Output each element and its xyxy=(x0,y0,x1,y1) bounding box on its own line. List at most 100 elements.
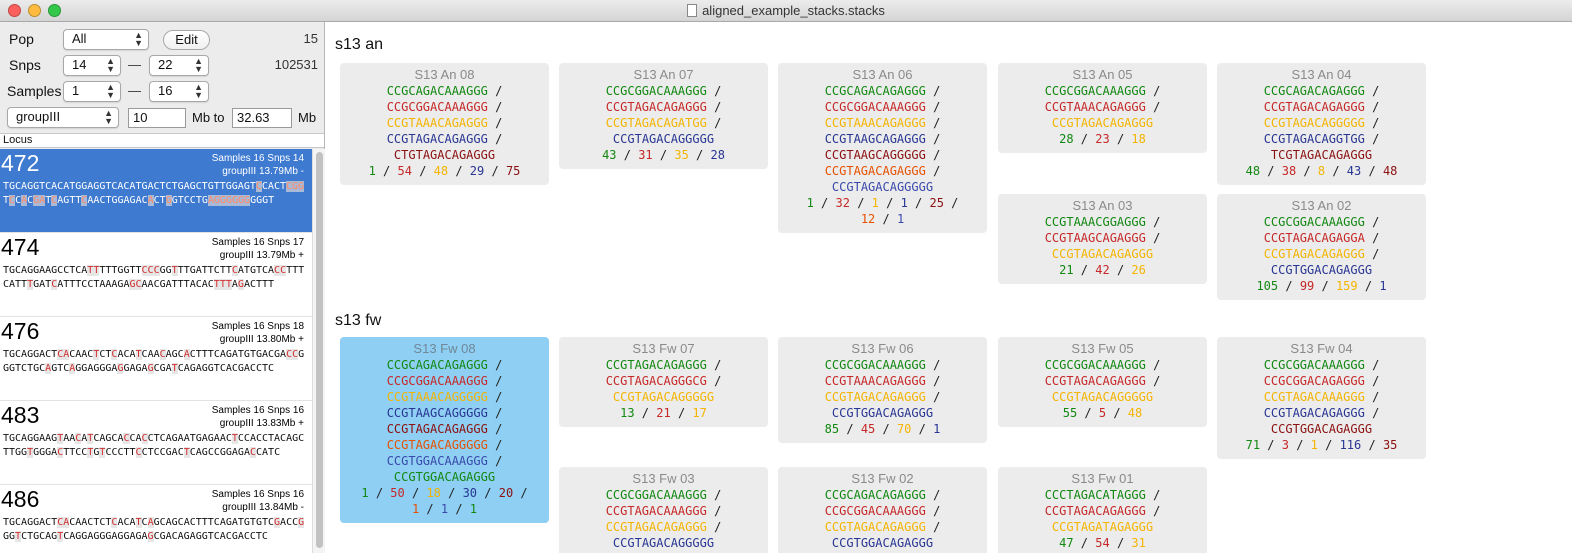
snps-max-stepper[interactable]: 22 ▲ ▼ xyxy=(149,55,209,76)
locus-row[interactable]: 476 Samples 16 Snps 18 groupIII 13.80Mb + T… xyxy=(0,317,312,401)
snp-base: C xyxy=(231,265,238,276)
haplotype-sequence: CCGTGGACAGAGGG xyxy=(1221,421,1422,437)
haplotype-sequence: CCGTAGACAAAGGG / xyxy=(563,503,764,519)
sample-card[interactable]: S13 An 04 CCGCAGACAGAGGG / CCGTAGACAGAGGG … xyxy=(1217,63,1426,185)
snp-base: C xyxy=(75,433,82,444)
haplotype-text: CCGTAGACAAAGGG xyxy=(605,504,707,518)
haplotype-count: 29 xyxy=(469,164,485,178)
separator: / xyxy=(1077,406,1099,420)
haplotype-text: CCGTAGACAGAGGG xyxy=(1263,100,1365,114)
sample-card[interactable]: S13 An 06 CCGCAGACAGAGGG / CCGCGGACAAAGGG … xyxy=(778,63,987,233)
separator: / xyxy=(652,148,675,162)
sample-card[interactable]: S13 An 08 CCGCAGACAAAGGG / CCGCGGACAAAGGG … xyxy=(340,63,549,185)
haplotype-sequence: CCGTAGACAGAGGG / xyxy=(1221,405,1422,421)
haplotype-text: CCGTAAACAGAGGG xyxy=(824,374,926,388)
sample-name: S13 An 08 xyxy=(414,67,475,82)
haplotype-sequence: CCGTAGACAGAGGG / xyxy=(782,519,983,535)
sample-card[interactable]: S13 Fw 03 CCGCGGACAAAGGG / CCGTAGACAAAGGG … xyxy=(559,467,768,553)
sample-card[interactable]: S13 An 05 CCGCGGACAAAGGG / CCGTAAACAGAGGG … xyxy=(998,63,1207,153)
separator: / xyxy=(448,502,470,516)
haplotype-count: 1 xyxy=(806,196,814,210)
range-to-field[interactable]: 32.63 xyxy=(232,108,292,128)
separator: / xyxy=(706,374,722,388)
sample-card[interactable]: S13 Fw 08 CCGCAGACAGAGGG / CCGCGGACAAAGGG … xyxy=(340,337,549,523)
group-select[interactable]: groupIII ▲ ▼ xyxy=(7,107,119,128)
sample-card[interactable]: S13 Fw 02 CCGCAGACAGAGGG / CCGCGGACAAAGGG … xyxy=(778,467,987,553)
separator: / xyxy=(487,116,503,130)
haplotype-counts: 1 / 50 / 18 / 30 / 20 / 1 / 1 / 1 xyxy=(344,485,545,517)
haplotype-sequence: CCGTAAACAGGGGG / xyxy=(344,389,545,405)
haplotype-text: CCGTAGACAGAGGG xyxy=(1044,374,1146,388)
haplotype-sequence: CCGTAGACAGGGGG xyxy=(563,131,764,147)
haplotype-text: CCGTAGACAGAGGG xyxy=(1263,406,1365,420)
haplotype-count: 26 xyxy=(1131,263,1146,277)
locus-row[interactable]: 486 Samples 16 Snps 16 groupIII 13.84Mb - T… xyxy=(0,485,312,553)
separator: / xyxy=(1314,279,1336,293)
sample-card[interactable]: S13 An 07 CCGCGGACAAAGGG / CCGTAGACAGAGGG … xyxy=(559,63,768,169)
separator: / xyxy=(487,406,503,420)
separator: / xyxy=(1109,536,1132,550)
haplotype-sequence: CCGTAGACAGGGGG / xyxy=(344,437,545,453)
haplotype-text: CCGTAGACAGGGGG xyxy=(386,438,488,452)
locus-list-scrollbar[interactable] xyxy=(312,149,325,553)
haplotype-counts: 85 / 45 / 70 / 1 xyxy=(782,421,983,437)
haplotype-sequence: CCGTGGACAGAGGG xyxy=(1221,262,1422,278)
sample-card[interactable]: S13 Fw 04 CCGCGGACAAAGGG / CCGCGGACAGAGGG … xyxy=(1217,337,1426,459)
sample-name: S13 Fw 05 xyxy=(1071,341,1134,356)
snp-base: G xyxy=(244,195,251,206)
samples-max-stepper[interactable]: 16 ▲ ▼ xyxy=(149,81,209,102)
haplotype-text: CCGCGGACAAAGGG xyxy=(605,488,707,502)
sample-card[interactable]: S13 Fw 07 CCGTAGACAGAGGG / CCGTAGACAGGGCG … xyxy=(559,337,768,427)
separator: / xyxy=(1145,84,1161,98)
separator: / xyxy=(1109,263,1132,277)
haplotype-text: CCGTAAACAGAGGG xyxy=(386,116,488,130)
haplotype-sequence: CCGCAGACAGAGGG / xyxy=(344,357,545,373)
sample-card[interactable]: S13 Fw 06 CCGCGGACAAAGGG / CCGTAAACAGAGGG … xyxy=(778,337,987,443)
snp-base: A xyxy=(63,349,70,360)
snp-base: G xyxy=(147,363,154,374)
haplotype-count: 43 xyxy=(602,148,617,162)
separator: / xyxy=(1364,132,1380,146)
population-section-title: s13 an xyxy=(335,36,384,53)
haplotype-text: CCGTAGACAGAGGG xyxy=(824,520,926,534)
locus-row[interactable]: 483 Samples 16 Snps 16 groupIII 13.83Mb + T… xyxy=(0,401,312,485)
samples-min-stepper[interactable]: 1 ▲ ▼ xyxy=(63,81,121,102)
sample-card[interactable]: S13 An 02 CCGCGGACAAAGGG / CCGTAGACAGAGGA … xyxy=(1217,194,1426,300)
updown-arrows-icon: ▲ ▼ xyxy=(106,82,115,100)
range-from-field[interactable]: 10 xyxy=(128,108,186,128)
haplotype-sequence: CCGCGGACAAAGGG / xyxy=(563,487,764,503)
snp-base: A xyxy=(21,195,28,206)
haplotype-text: CCGCGGACAAAGGG xyxy=(605,84,707,98)
haplotype-sequence: CCGTAAGCAGGGGG / xyxy=(344,405,545,421)
snp-base: C xyxy=(249,447,257,458)
pop-select[interactable]: All ▲ ▼ xyxy=(63,29,149,50)
haplotype-text: CCGTAGACAGAGGG xyxy=(386,422,488,436)
snps-min-stepper[interactable]: 14 ▲ ▼ xyxy=(63,55,121,76)
haplotype-sequence: CCGTAGACAGGTGG / xyxy=(1221,131,1422,147)
separator: / xyxy=(487,84,503,98)
haplotype-count: 31 xyxy=(638,148,653,162)
haplotype-text: CCGCGGACAGAGGG xyxy=(1263,374,1365,388)
separator: / xyxy=(1109,132,1132,146)
separator: / xyxy=(487,422,503,436)
snp-base: T xyxy=(99,447,106,458)
haplotype-text: CCGTAAGCAGAGGG xyxy=(824,132,926,146)
haplotype-text: CCGCAGACAGAGGG xyxy=(824,84,926,98)
separator: / xyxy=(706,488,722,502)
sample-card[interactable]: S13 An 03 CCGTAAACGGAGGG / CCGTAAGCAGAGGG … xyxy=(998,194,1207,284)
separator: / xyxy=(706,84,722,98)
snp-base: G xyxy=(165,195,172,206)
separator: / xyxy=(1288,438,1311,452)
snp-base: G xyxy=(237,279,244,290)
sample-card[interactable]: S13 Fw 05 CCGCGGACAAAGGG / CCGTAGACAGAGGG … xyxy=(998,337,1207,427)
locus-row[interactable]: 472 Samples 16 Snps 14 groupIII 13.79Mb -T… xyxy=(0,149,312,233)
haplotype-text: CCGTAAACAGAGGG xyxy=(824,116,926,130)
scrollbar-thumb[interactable] xyxy=(316,152,323,548)
edit-button[interactable]: Edit xyxy=(163,30,210,50)
sample-card[interactable]: S13 Fw 01 CCCTAGACATAGGG / CCGTAGACAGAGGG … xyxy=(998,467,1207,553)
locus-column-header[interactable]: Locus xyxy=(0,133,324,148)
locus-list[interactable]: 472 Samples 16 Snps 14 groupIII 13.79Mb - T… xyxy=(0,149,312,553)
sample-name: S13 An 03 xyxy=(1072,198,1133,213)
updown-arrows-icon: ▲ ▼ xyxy=(194,82,203,100)
locus-row[interactable]: 474 Samples 16 Snps 17 groupIII 13.79Mb + T… xyxy=(0,233,312,317)
